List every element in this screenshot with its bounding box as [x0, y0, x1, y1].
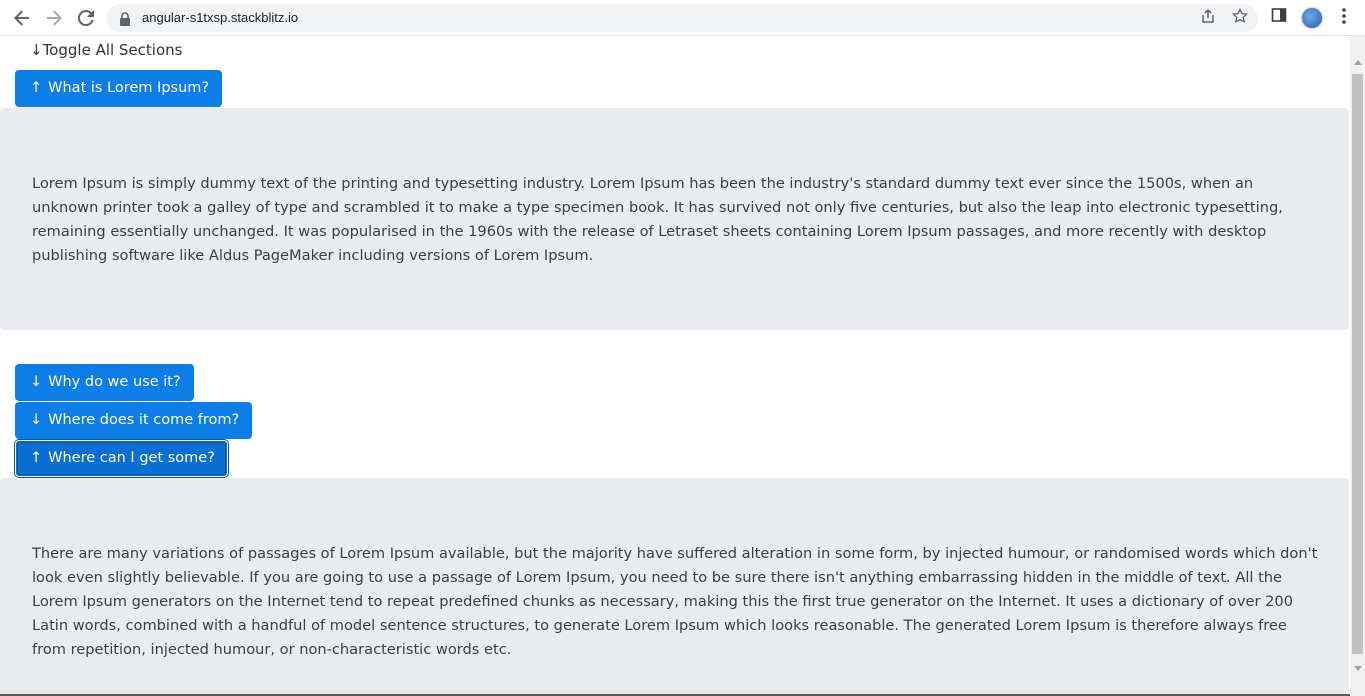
section-title: Why do we use it? [48, 374, 181, 390]
forward-arrow-icon[interactable] [42, 6, 66, 30]
page-content: ↓Toggle All Sections ↑ What is Lorem Ipsu… [0, 36, 1350, 696]
section-panel-what-is: Lorem Ipsum is simply dummy text of the … [0, 108, 1349, 330]
profile-avatar[interactable] [1301, 7, 1323, 29]
toggle-all-sections-link[interactable]: ↓Toggle All Sections [30, 41, 182, 59]
back-arrow-icon[interactable] [10, 6, 34, 30]
section-title: Where can I get some? [48, 450, 215, 466]
section-title: What is Lorem Ipsum? [48, 80, 210, 96]
page-scrollbar[interactable] [1350, 36, 1365, 696]
browser-toolbar: angular-s1txsp.stackblitz.io [0, 0, 1365, 36]
side-panel-icon[interactable] [1268, 7, 1290, 29]
arrow-up-icon: ↑ [30, 80, 43, 96]
scrollbar-thumb[interactable] [1352, 74, 1363, 654]
arrow-down-icon: ↓ [30, 412, 43, 428]
section-panel-where-get: There are many variations of passages of… [0, 478, 1349, 696]
reload-icon[interactable] [74, 6, 98, 30]
section-content: Lorem Ipsum is simply dummy text of the … [32, 175, 1283, 264]
section-toggle-button-why-use[interactable]: ↓ Why do we use it? [15, 364, 194, 401]
section-toggle-button-where-from[interactable]: ↓ Where does it come from? [15, 402, 253, 439]
url-text[interactable]: angular-s1txsp.stackblitz.io [142, 4, 298, 32]
address-bar[interactable]: angular-s1txsp.stackblitz.io [106, 4, 1258, 32]
arrow-down-icon: ↓ [30, 374, 43, 390]
share-icon[interactable] [1198, 8, 1218, 28]
lock-icon [119, 11, 131, 30]
section-toggle-button-where-get[interactable]: ↑ Where can I get some? [15, 440, 228, 477]
bookmark-star-icon[interactable] [1230, 7, 1250, 28]
scroll-down-arrow-icon[interactable] [1354, 666, 1362, 671]
arrow-up-icon: ↑ [30, 450, 43, 466]
section-toggle-button-what-is[interactable]: ↑ What is Lorem Ipsum? [15, 70, 223, 107]
section-title: Where does it come from? [48, 412, 240, 428]
more-menu-icon[interactable] [1333, 7, 1355, 29]
section-content: There are many variations of passages of… [32, 545, 1318, 658]
scroll-up-arrow-icon[interactable] [1354, 60, 1362, 65]
